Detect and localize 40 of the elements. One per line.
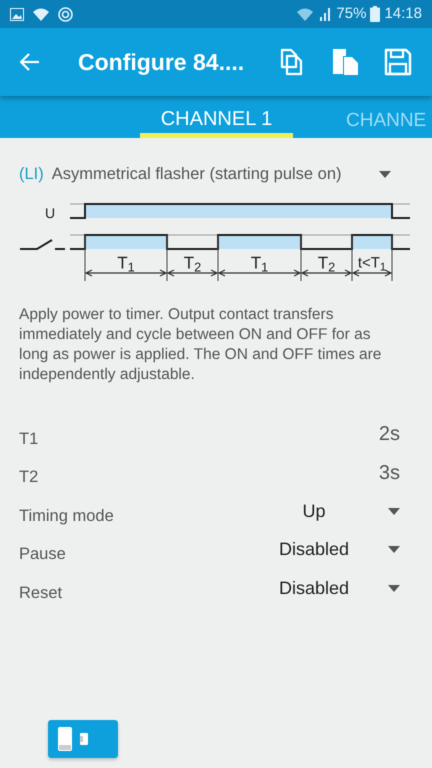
device-icon — [80, 733, 88, 746]
save-icon[interactable] — [384, 48, 412, 76]
signal-icon — [318, 7, 332, 21]
function-name: Asymmetrical flasher (starting pulse on) — [52, 164, 342, 185]
description-text: Apply power to timer. Output contact transfers immediately and cycle between ON and OFF for as long as power is applied. The ON and OFF times are independently adjustable. — [18, 304, 382, 385]
circle-icon — [58, 6, 73, 22]
setting-dropdown[interactable]: Disabled — [254, 574, 400, 602]
interval-label: T$_{2}$ — [184, 254, 202, 272]
caret-icon — [388, 508, 400, 514]
paste-icon[interactable] — [330, 47, 360, 77]
interval-label: T$_{2}$ — [318, 254, 336, 272]
clock: 14:18 — [384, 4, 422, 24]
supply-label: U — [44, 206, 56, 220]
setting-dropdown[interactable]: Disabled — [254, 536, 400, 563]
setting-label: Pause — [19, 544, 67, 566]
device-button[interactable] — [48, 720, 118, 758]
setting-value: 3s — [378, 460, 400, 486]
switch-symbol — [19, 238, 66, 250]
setting-dropdown[interactable]: Up — [254, 498, 400, 524]
interval-label: T$_{1}$ — [117, 254, 135, 272]
image-icon — [10, 8, 24, 20]
caret-icon — [388, 584, 400, 592]
battery-icon — [370, 6, 380, 22]
wifi-icon — [296, 7, 314, 21]
function-dropdown[interactable]: (LI) Asymmetrical flasher (starting pulse on) — [19, 162, 414, 187]
caret-icon — [379, 170, 391, 178]
caret-icon — [388, 546, 400, 553]
back-icon[interactable] — [20, 53, 40, 71]
setting-value: 2s — [378, 422, 400, 447]
function-code: (LI) — [19, 164, 44, 185]
setting-label: T2 — [19, 467, 40, 488]
setting-label: Reset — [19, 582, 64, 604]
setting-label: T1 — [19, 428, 40, 450]
setting-label: Timing mode — [19, 506, 115, 527]
interval-label: T$_{1}$ — [250, 254, 268, 272]
screen-title: Configure 84.... — [78, 48, 244, 77]
battery-level: 75% — [336, 4, 366, 24]
interval-label: t<T$_{1}$ — [358, 255, 386, 270]
phone-icon — [58, 727, 72, 752]
wifi-icon — [32, 7, 50, 21]
